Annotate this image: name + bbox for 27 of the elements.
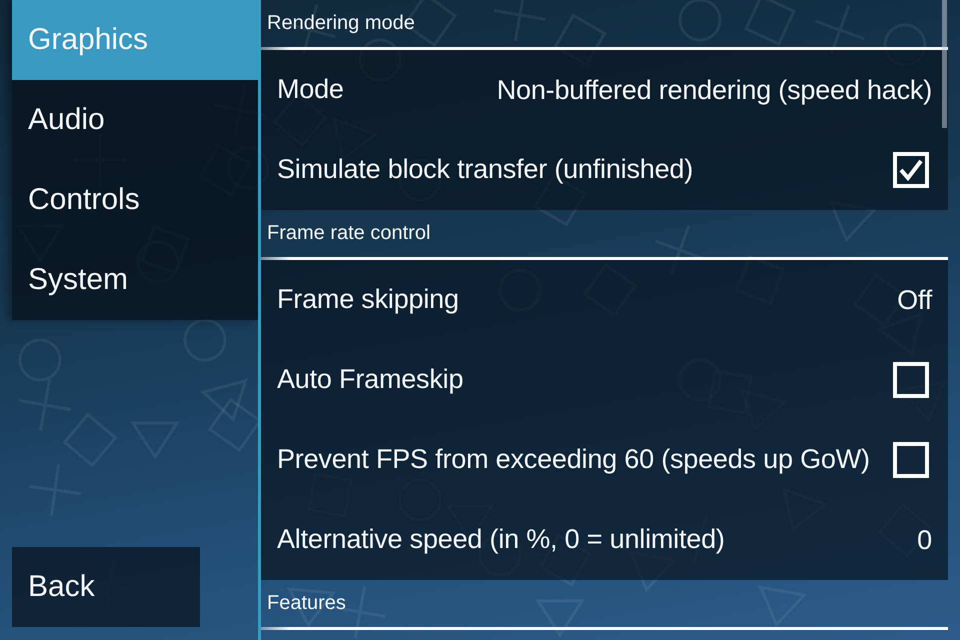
setting-label: Frame skipping xyxy=(277,284,460,316)
sidebar-tab[interactable]: Audio xyxy=(12,80,258,160)
section-header: Rendering mode xyxy=(267,12,415,35)
check-icon xyxy=(899,159,923,181)
section-header: Features xyxy=(267,592,346,615)
setting-row[interactable]: Frame skipping Off xyxy=(261,260,948,340)
setting-row[interactable]: Mode Non-buffered rendering (speed hack) xyxy=(261,50,948,130)
setting-value: 0 xyxy=(917,524,932,556)
setting-label: Alternative speed (in %, 0 = unlimited) xyxy=(277,524,726,556)
checkbox[interactable] xyxy=(893,442,929,478)
section-header: Frame rate control xyxy=(267,222,430,245)
sidebar-tab[interactable]: System xyxy=(12,240,258,320)
setting-row[interactable]: Alternative speed (in %, 0 = unlimited) 0 xyxy=(261,500,948,580)
setting-value: Non-buffered rendering (speed hack) xyxy=(496,74,932,106)
checkbox[interactable] xyxy=(893,152,929,188)
setting-label: Prevent FPS from exceeding 60 (speeds up GoW) xyxy=(277,444,871,476)
sidebar-tab[interactable]: Controls xyxy=(12,160,258,240)
scrollbar[interactable] xyxy=(942,0,947,128)
setting-label: Mode xyxy=(277,74,345,106)
setting-row[interactable]: Prevent FPS from exceeding 60 (speeds up GoW) xyxy=(261,420,948,500)
setting-value: Off xyxy=(897,284,932,316)
setting-row[interactable]: Simulate block transfer (unfinished) xyxy=(261,130,948,210)
setting-label: Simulate block transfer (unfinished) xyxy=(277,154,694,186)
setting-label: Auto Frameskip xyxy=(277,364,464,396)
checkbox[interactable] xyxy=(893,362,929,398)
setting-row[interactable]: Auto Frameskip xyxy=(261,340,948,420)
back-button[interactable]: Back xyxy=(12,547,200,627)
